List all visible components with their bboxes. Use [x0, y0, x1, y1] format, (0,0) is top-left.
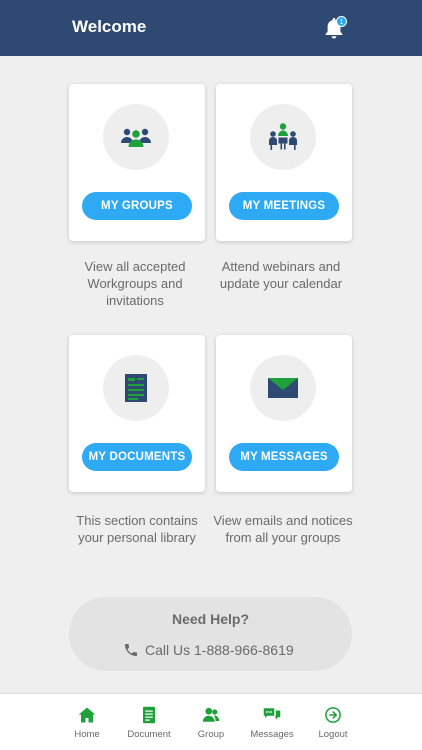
tab-logout[interactable]: Logout [303, 706, 363, 740]
help-panel: Need Help? Call Us 1-888-966-8619 [69, 597, 352, 671]
my-groups-button[interactable]: MY GROUPS [82, 192, 192, 220]
documents-description: This section contains your personal libr… [76, 513, 198, 545]
my-meetings-button[interactable]: MY MEETINGS [229, 192, 339, 220]
tab-home[interactable]: Home [57, 706, 117, 740]
groups-icon [121, 128, 151, 147]
tab-document[interactable]: Document [119, 706, 179, 740]
tab-home-label: Home [74, 729, 100, 740]
tab-messages[interactable]: Messages [242, 706, 302, 740]
messages-icon-circle [250, 355, 316, 421]
home-icon [78, 707, 96, 723]
meetings-icon-circle [250, 104, 316, 170]
tab-messages-label: Messages [250, 729, 294, 740]
tab-document-label: Document [127, 729, 171, 740]
documents-card[interactable]: MY DOCUMENTS [69, 335, 205, 492]
logout-icon [325, 707, 341, 723]
phone-icon [125, 644, 137, 656]
notification-badge: 1 [336, 16, 347, 27]
messages-card[interactable]: MY MESSAGES [216, 335, 352, 492]
document-icon [125, 374, 147, 402]
groups-icon-circle [103, 104, 169, 170]
my-messages-button[interactable]: MY MESSAGES [229, 443, 339, 471]
tab-group-label: Group [197, 729, 225, 740]
meetings-icon [269, 123, 297, 150]
tab-group[interactable]: Group [181, 706, 241, 740]
documents-icon-circle [103, 355, 169, 421]
messages-icon [263, 708, 281, 720]
group-icon [202, 707, 220, 722]
bottom-tab-bar: Home Document Group Messages Logout [0, 693, 422, 750]
my-documents-button[interactable]: MY DOCUMENTS [82, 443, 192, 471]
document-icon [143, 706, 155, 724]
meetings-description: Attend webinars and update your calendar [219, 259, 343, 291]
call-us-link[interactable]: Call Us 1-888-966-8619 [123, 640, 294, 660]
page-title: Welcome [72, 17, 147, 36]
tab-logout-label: Logout [318, 729, 348, 740]
groups-description: View all accepted Workgroups and invitat… [84, 259, 186, 308]
phone-number-text: Call Us 1-888-966-8619 [145, 642, 294, 658]
groups-card[interactable]: MY GROUPS [69, 84, 205, 241]
messages-description: View emails and notices from all your gr… [213, 513, 353, 545]
help-title: Need Help? [171, 611, 249, 627]
app-header: Welcome 1 [0, 0, 422, 56]
meetings-card[interactable]: MY MEETINGS [216, 84, 352, 241]
envelope-icon [268, 378, 298, 398]
